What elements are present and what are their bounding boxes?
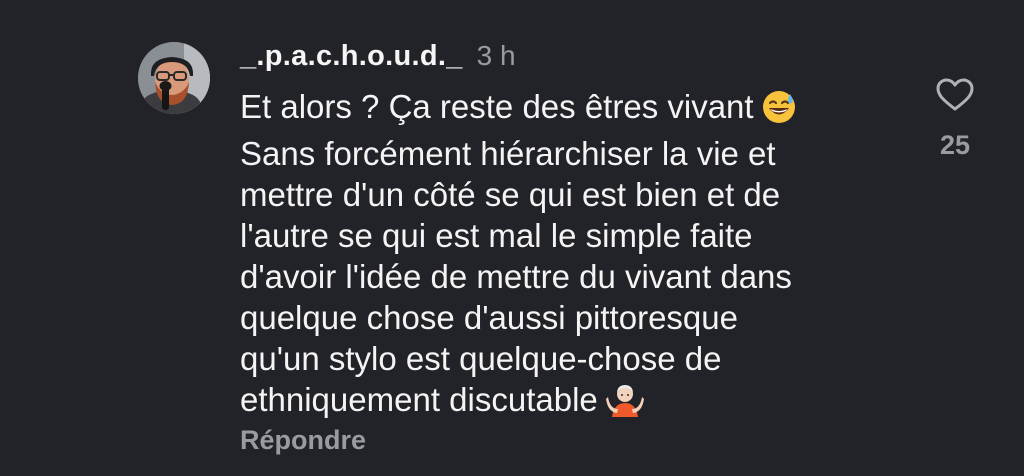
comment-header: _.p.a.c.h.o.u.d._ 3 h: [240, 40, 516, 76]
comment-text: Et alors ? Ça reste des êtres vivant San…: [240, 86, 880, 426]
comment-line: ethniquement discutable: [240, 379, 880, 426]
username[interactable]: _.p.a.c.h.o.u.d._: [240, 40, 463, 73]
timestamp: 3 h: [476, 40, 516, 71]
heart-outline-icon[interactable]: [936, 78, 974, 117]
like-count: 25: [939, 130, 971, 160]
comment-line: quelque chose d'aussi pittoresque: [240, 299, 738, 336]
avatar[interactable]: [138, 42, 210, 114]
comment-line: mettre d'un côté se qui est bien et de: [240, 176, 781, 213]
comment-line: d'avoir l'idée de mettre du vivant dans: [240, 258, 792, 295]
comment-line: qu'un stylo est quelque-chose de: [240, 340, 722, 377]
comment-item: _.p.a.c.h.o.u.d._ 3 h Et alors ? Ça rest…: [0, 0, 1024, 476]
comment-line: Sans forcément hiérarchiser la vie et: [240, 135, 776, 172]
like-button[interactable]: 25: [926, 74, 984, 164]
shrug-emoji: [605, 383, 644, 426]
sweat-smile-emoji: [762, 90, 796, 133]
reply-button[interactable]: Répondre: [240, 425, 366, 456]
comment-line: l'autre se qui est mal le simple faite: [240, 217, 753, 254]
comment-line: Et alors ? Ça reste des êtres vivant: [240, 86, 880, 133]
